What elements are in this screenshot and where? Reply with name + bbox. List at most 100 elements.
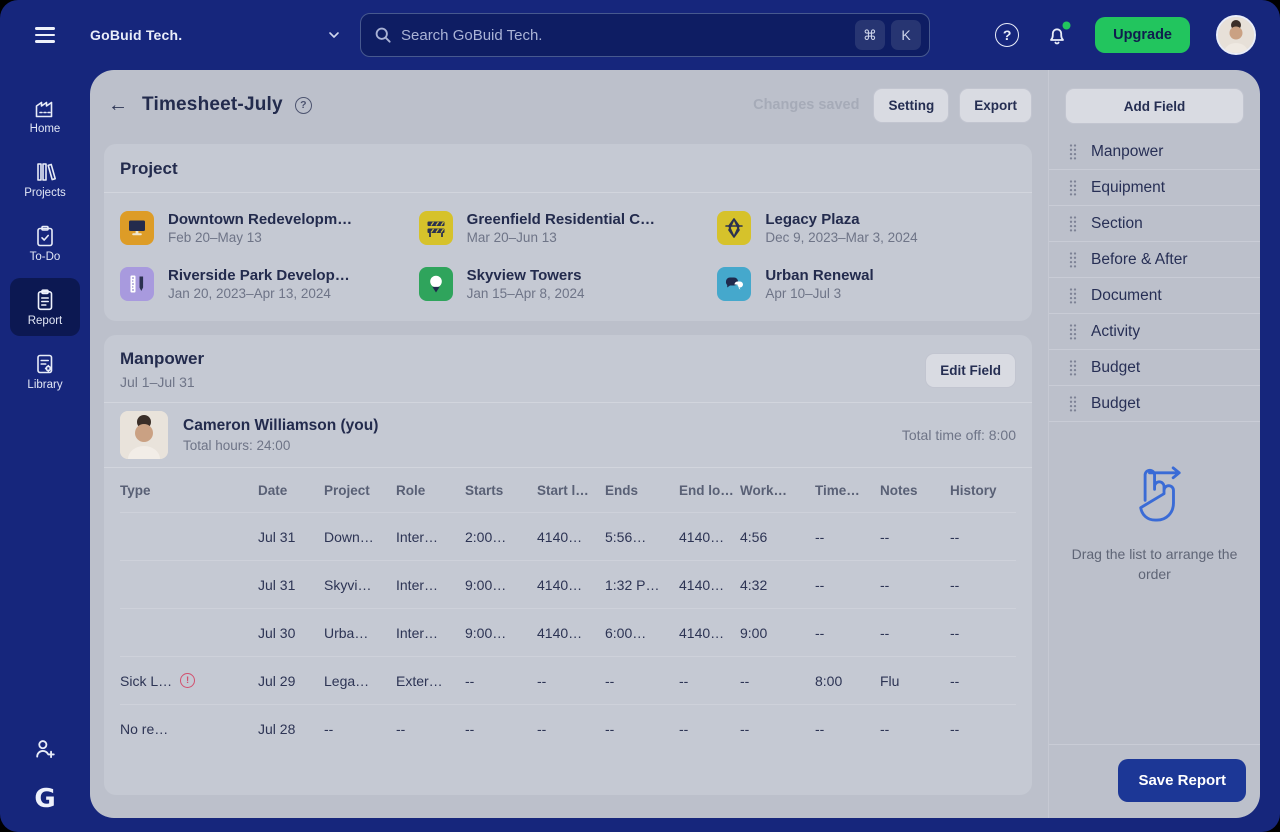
setting-button[interactable]: Setting — [873, 88, 949, 123]
search-input[interactable] — [401, 27, 849, 44]
table-cell: 4140… — [679, 625, 740, 641]
drag-handle-icon[interactable] — [1069, 323, 1077, 341]
table-cell: Jul 30 — [258, 625, 324, 641]
upgrade-button[interactable]: Upgrade — [1095, 17, 1190, 53]
drag-handle-icon[interactable] — [1069, 251, 1077, 269]
table-cell: 9:00… — [465, 577, 537, 593]
field-list-item[interactable]: Budget — [1049, 386, 1260, 422]
drag-hand-icon — [1122, 464, 1188, 530]
help-icon[interactable]: ? — [995, 23, 1019, 47]
edit-field-button[interactable]: Edit Field — [925, 353, 1016, 388]
table-cell: -- — [950, 625, 1016, 641]
table-row[interactable]: Sick L…!Jul 29Lega…Exter…----------8:00F… — [120, 656, 1016, 704]
table-cell: -- — [465, 721, 537, 737]
table-cell: 5:56… — [605, 529, 679, 545]
app-window: GoBuid Tech. ⌘ K ? Upgrade Home — [0, 0, 1280, 832]
document-gear-icon — [33, 352, 57, 376]
drag-handle-icon[interactable] — [1069, 143, 1077, 161]
field-list: ManpowerEquipmentSectionBefore & AfterDo… — [1049, 134, 1260, 422]
table-cell: -- — [679, 673, 740, 689]
cmd-key: ⌘ — [855, 20, 885, 50]
add-field-button[interactable]: Add Field — [1065, 88, 1244, 124]
sidebar-item-todo[interactable]: To-Do — [10, 214, 80, 272]
table-column-header: Starts — [465, 483, 537, 498]
table-cell: 1:32 P… — [605, 577, 679, 593]
project-item[interactable]: Skyview TowersJan 15–Apr 8, 2024 — [419, 267, 718, 301]
gem-icon — [717, 211, 751, 245]
search-bar[interactable]: ⌘ K — [360, 13, 930, 57]
table-cell: -- — [815, 721, 880, 737]
table-column-header: History — [950, 483, 1016, 498]
sidebar-item-home[interactable]: Home — [10, 86, 80, 144]
table-cell: -- — [880, 577, 950, 593]
drag-handle-icon[interactable] — [1069, 395, 1077, 413]
export-button[interactable]: Export — [959, 88, 1032, 123]
table-row[interactable]: Jul 31Down…Inter…2:00…4140…5:56…4140…4:5… — [120, 512, 1016, 560]
table-cell: Inter… — [396, 577, 465, 593]
org-selector[interactable]: GoBuid Tech. — [90, 27, 352, 43]
user-avatar[interactable] — [1216, 15, 1256, 55]
table-cell: -- — [605, 673, 679, 689]
ruler-pencil-icon — [120, 267, 154, 301]
table-cell: 9:00… — [465, 625, 537, 641]
sidebar-item-report[interactable]: Report — [10, 278, 80, 336]
table-cell: -- — [880, 625, 950, 641]
drag-handle-icon[interactable] — [1069, 359, 1077, 377]
manpower-title: Manpower — [120, 349, 204, 369]
table-cell: -- — [880, 721, 950, 737]
field-list-item[interactable]: Budget — [1049, 350, 1260, 386]
project-grid: Downtown Redevelopm…Feb 20–May 13 Greenf… — [104, 193, 1032, 321]
field-list-item[interactable]: Before & After — [1049, 242, 1260, 278]
field-list-item[interactable]: Equipment — [1049, 170, 1260, 206]
barricade-icon — [419, 211, 453, 245]
table-cell: -- — [815, 625, 880, 641]
drag-handle-icon[interactable] — [1069, 179, 1077, 197]
table-cell: -- — [740, 673, 815, 689]
table-cell: -- — [465, 673, 537, 689]
project-item[interactable]: Urban RenewalApr 10–Jul 3 — [717, 267, 1016, 301]
manpower-card: Manpower Jul 1–Jul 31 Edit Field Cameron… — [104, 335, 1032, 795]
drag-handle-icon[interactable] — [1069, 215, 1077, 233]
table-cell: 2:00… — [465, 529, 537, 545]
table-row[interactable]: Jul 31Skyvi…Inter…9:00…4140…1:32 P…4140…… — [120, 560, 1016, 608]
person-total-time-off: Total time off: 8:00 — [902, 427, 1016, 443]
project-item[interactable]: Downtown Redevelopm…Feb 20–May 13 — [120, 211, 419, 245]
invite-user-icon[interactable] — [32, 736, 58, 762]
sidebar: Home Projects To-Do Report Library G — [0, 70, 90, 832]
back-arrow-icon[interactable]: ← — [108, 94, 128, 117]
table-header-row: TypeDateProjectRoleStartsStart l…EndsEnd… — [120, 468, 1016, 512]
project-item[interactable]: Riverside Park Develop…Jan 20, 2023–Apr … — [120, 267, 419, 301]
table-cell: -- — [950, 721, 1016, 737]
table-cell: Urba… — [324, 625, 396, 641]
table-column-header: Project — [324, 483, 396, 498]
field-list-item[interactable]: Manpower — [1049, 134, 1260, 170]
page-title: Timesheet-July — [142, 94, 283, 116]
table-cell: 6:00… — [605, 625, 679, 641]
table-column-header: Time… — [815, 483, 880, 498]
table-cell: -- — [537, 721, 605, 737]
gobuid-logo[interactable]: G — [34, 786, 55, 812]
table-cell: Lega… — [324, 673, 396, 689]
table-column-header: Role — [396, 483, 465, 498]
project-item[interactable]: Legacy PlazaDec 9, 2023–Mar 3, 2024 — [717, 211, 1016, 245]
person-name: Cameron Williamson (you) — [183, 417, 378, 435]
save-report-button[interactable]: Save Report — [1118, 759, 1246, 802]
sidebar-item-library[interactable]: Library — [10, 342, 80, 400]
sidebar-item-projects[interactable]: Projects — [10, 150, 80, 208]
info-icon[interactable]: ? — [295, 97, 312, 114]
topbar: GoBuid Tech. ⌘ K ? Upgrade — [0, 0, 1280, 70]
project-item[interactable]: Greenfield Residential C…Mar 20–Jun 13 — [419, 211, 718, 245]
table-row[interactable]: Jul 30Urba…Inter…9:00…4140…6:00…4140…9:0… — [120, 608, 1016, 656]
table-cell: Jul 31 — [258, 577, 324, 593]
field-list-item[interactable]: Document — [1049, 278, 1260, 314]
field-list-item[interactable]: Activity — [1049, 314, 1260, 350]
person-row[interactable]: Cameron Williamson (you) Total hours: 24… — [104, 403, 1032, 468]
hamburger-menu-icon[interactable] — [0, 27, 90, 42]
table-cell: 8:00 — [815, 673, 880, 689]
field-list-item[interactable]: Section — [1049, 206, 1260, 242]
table-cell: Inter… — [396, 529, 465, 545]
table-row[interactable]: No re…Jul 28-------------------- — [120, 704, 1016, 752]
notifications-bell-icon[interactable] — [1045, 23, 1069, 47]
sidebar-bottom: G — [32, 736, 58, 812]
drag-handle-icon[interactable] — [1069, 287, 1077, 305]
